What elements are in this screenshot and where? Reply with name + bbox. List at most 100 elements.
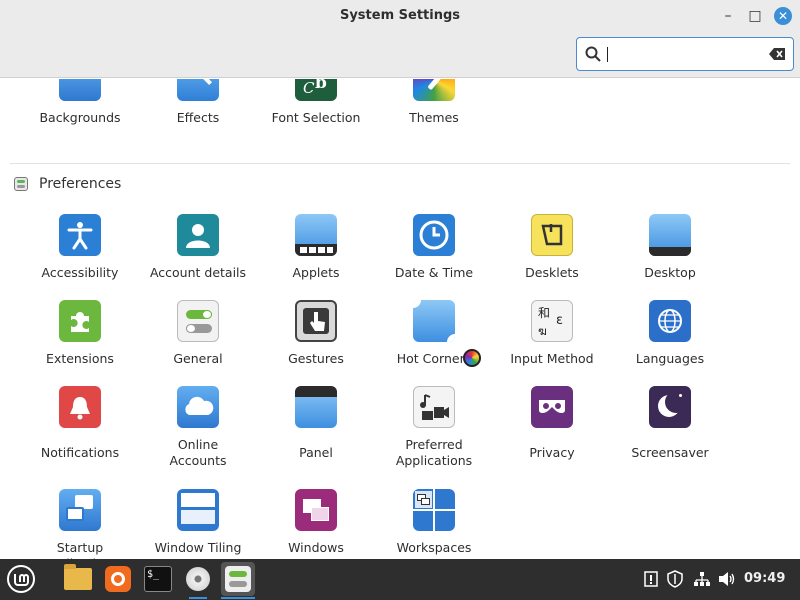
tile-gestures[interactable]: Gestures xyxy=(257,300,375,367)
startup-icon xyxy=(59,489,101,531)
disc-launcher[interactable] xyxy=(181,562,215,599)
settings-content[interactable]: Backgrounds Effects a b C Font Selection… xyxy=(0,79,800,559)
shield-icon[interactable] xyxy=(665,569,685,589)
tile-workspaces[interactable]: Workspaces xyxy=(375,489,493,556)
minimize-button[interactable]: – xyxy=(719,7,737,25)
tile-desklets[interactable]: Desklets xyxy=(493,214,611,281)
tile-notifications[interactable]: Notifications xyxy=(21,386,139,461)
bell-icon xyxy=(59,386,101,428)
moon-icon xyxy=(649,386,691,428)
tile-label: Backgrounds xyxy=(39,110,121,125)
folder-icon xyxy=(64,564,92,590)
tile-label: Input Method xyxy=(510,351,594,366)
tile-label: Panel xyxy=(299,445,333,460)
tile-label: Privacy xyxy=(529,445,575,460)
tile-preferred-applications[interactable]: Preferred Applications xyxy=(375,386,493,469)
tile-label: Gestures xyxy=(288,351,344,366)
tile-label: Font Selection xyxy=(271,110,361,125)
titlebar[interactable]: System Settings – □ ✕ xyxy=(0,0,800,78)
tile-label: Hot Corners xyxy=(396,351,472,366)
tile-label: Preferred Applications xyxy=(395,437,473,468)
puzzle-icon xyxy=(59,300,101,342)
firefox-launcher[interactable] xyxy=(101,562,135,596)
terminal-icon: $_ xyxy=(144,566,172,592)
tile-startup-applications[interactable]: Startup Applications xyxy=(21,489,139,559)
tile-window-tiling[interactable]: Window Tiling xyxy=(139,489,257,556)
tile-languages[interactable]: Languages xyxy=(611,300,729,367)
close-button[interactable]: ✕ xyxy=(774,7,792,25)
section-title: Preferences xyxy=(39,176,122,192)
tile-label: Startup Applications xyxy=(42,540,118,559)
disc-icon xyxy=(186,567,210,591)
tile-effects[interactable]: Effects xyxy=(139,79,257,126)
search-box[interactable] xyxy=(576,37,794,71)
desklets-icon xyxy=(531,214,573,256)
tile-label: Windows xyxy=(288,540,344,555)
cloud-icon xyxy=(177,386,219,428)
tile-account-details[interactable]: Account details xyxy=(139,214,257,281)
tile-input-method[interactable]: 和 ฆ ε Input Method xyxy=(493,300,611,367)
window-tiling-icon xyxy=(177,489,219,531)
tile-themes[interactable]: Themes xyxy=(375,79,493,126)
tile-backgrounds[interactable]: Backgrounds xyxy=(21,79,139,126)
network-icon[interactable] xyxy=(692,569,712,589)
system-settings-window: System Settings – □ ✕ Backgrounds Effect… xyxy=(0,0,800,559)
workspaces-icon xyxy=(413,489,455,531)
effects-icon xyxy=(177,79,219,101)
section-separator xyxy=(10,163,790,164)
gesture-hand-icon xyxy=(295,300,337,342)
system-settings-task[interactable] xyxy=(221,562,255,599)
desktop-icon xyxy=(649,214,691,256)
font-selection-icon: a b C xyxy=(295,79,337,101)
tile-label: Date & Time xyxy=(394,265,474,280)
tile-general[interactable]: General xyxy=(139,300,257,367)
tile-desktop[interactable]: Desktop xyxy=(611,214,729,281)
account-details-icon xyxy=(177,214,219,256)
firefox-icon xyxy=(105,566,131,592)
tile-label: Accessibility xyxy=(41,265,119,280)
mask-icon xyxy=(531,386,573,428)
clock[interactable]: 09:49 xyxy=(744,571,785,586)
tile-label: Languages xyxy=(635,351,705,366)
tile-online-accounts[interactable]: Online Accounts xyxy=(139,386,257,469)
windows-icon xyxy=(295,489,337,531)
terminal-launcher[interactable]: $_ xyxy=(141,562,175,596)
taskbar: $_ 09:49 xyxy=(0,559,800,600)
preferences-section-icon xyxy=(14,177,28,191)
tile-date-time[interactable]: Date & Time xyxy=(375,214,493,281)
tile-label: Extensions xyxy=(46,351,114,366)
tile-label: Notifications xyxy=(40,445,120,460)
tile-label: Account details xyxy=(149,265,247,280)
clock-icon xyxy=(413,214,455,256)
clear-search-icon[interactable] xyxy=(769,48,785,60)
tile-windows[interactable]: Windows xyxy=(257,489,375,556)
files-launcher[interactable] xyxy=(61,562,95,596)
busy-cursor-icon xyxy=(463,349,481,367)
volume-icon[interactable] xyxy=(717,569,737,589)
tile-label: Themes xyxy=(409,110,459,125)
menu-button[interactable] xyxy=(4,562,38,596)
tile-extensions[interactable]: Extensions xyxy=(21,300,139,367)
update-manager-icon[interactable] xyxy=(641,569,661,589)
input-method-icon: 和 ฆ ε xyxy=(531,300,573,342)
tile-privacy[interactable]: Privacy xyxy=(493,386,611,461)
window-title: System Settings xyxy=(339,8,461,23)
search-icon xyxy=(585,46,601,62)
text-caret xyxy=(607,47,608,62)
toggles-icon xyxy=(225,566,251,592)
tile-panel[interactable]: Panel xyxy=(257,386,375,461)
tile-label: Workspaces xyxy=(396,540,472,555)
tile-accessibility[interactable]: Accessibility xyxy=(21,214,139,281)
tile-label: Window Tiling xyxy=(154,540,242,555)
tile-screensaver[interactable]: Screensaver xyxy=(611,386,729,461)
applets-icon xyxy=(295,214,337,256)
hot-corners-icon xyxy=(413,300,455,342)
tile-label: Applets xyxy=(292,265,340,280)
section-header-preferences: Preferences xyxy=(14,176,121,192)
tile-font-selection[interactable]: a b C Font Selection xyxy=(257,79,375,126)
backgrounds-icon xyxy=(59,79,101,101)
maximize-button[interactable]: □ xyxy=(746,7,764,25)
accessibility-icon xyxy=(59,214,101,256)
tile-applets[interactable]: Applets xyxy=(257,214,375,281)
search-input[interactable] xyxy=(607,44,757,64)
